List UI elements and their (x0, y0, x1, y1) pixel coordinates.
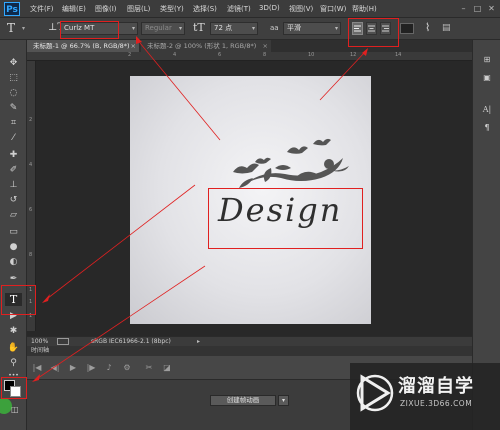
annotation-line (47, 184, 196, 299)
highlight-align-buttons (348, 18, 399, 47)
arrowhead-icon (136, 36, 142, 44)
annotation-line (319, 51, 366, 101)
play-logo-icon (356, 374, 394, 412)
annotation-line (37, 265, 206, 379)
watermark-name: 溜溜自学 (398, 376, 474, 397)
arrowhead-icon (42, 294, 50, 303)
highlight-text-layer (208, 188, 363, 249)
arrowhead-icon (32, 374, 40, 382)
annotation-line (139, 42, 221, 141)
watermark-url: ZIXUE.3D66.COM (400, 399, 473, 408)
highlight-type-tool (1, 285, 36, 315)
watermark: 溜溜自学 ZIXUE.3D66.COM (350, 363, 500, 430)
highlight-font-family (60, 21, 119, 39)
highlight-color-swatches (1, 377, 27, 399)
